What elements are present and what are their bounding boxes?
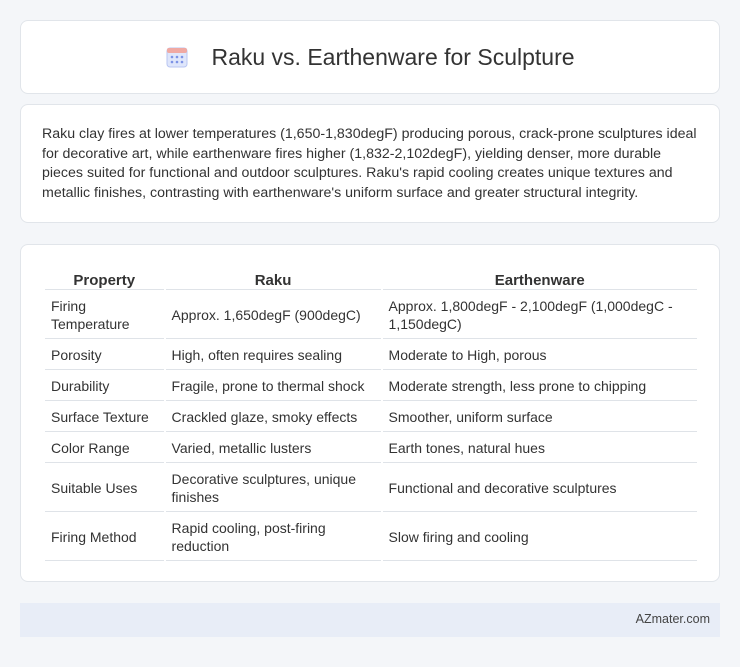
- cell-property: Firing Method: [45, 514, 164, 561]
- header-raku: Raku: [165, 264, 381, 290]
- table-row: Firing Temperature Approx. 1,650degF (90…: [45, 292, 697, 339]
- table-row: Color Range Varied, metallic lusters Ear…: [45, 434, 697, 463]
- cell-raku: Decorative sculptures, unique finishes: [165, 465, 381, 512]
- table-row: Durability Fragile, prone to thermal sho…: [45, 372, 697, 401]
- comparison-table: Property Raku Earthenware Firing Tempera…: [43, 262, 699, 563]
- cell-property: Suitable Uses: [45, 465, 164, 512]
- title-wrap: Raku vs. Earthenware for Sculpture: [165, 43, 575, 71]
- cell-property: Color Range: [45, 434, 164, 463]
- cell-raku: Fragile, prone to thermal shock: [165, 372, 381, 401]
- cell-property: Surface Texture: [45, 403, 164, 432]
- header-property: Property: [45, 264, 164, 290]
- cell-property: Firing Temperature: [45, 292, 164, 339]
- summary-text: Raku clay fires at lower temperatures (1…: [42, 126, 697, 201]
- cell-earthenware: Slow firing and cooling: [382, 514, 697, 561]
- header-earthenware: Earthenware: [382, 264, 697, 290]
- cell-earthenware: Earth tones, natural hues: [382, 434, 697, 463]
- cell-raku: Varied, metallic lusters: [165, 434, 381, 463]
- footer-bar: AZmater.com: [20, 603, 720, 637]
- cell-earthenware: Moderate to High, porous: [382, 341, 697, 370]
- cell-raku: Rapid cooling, post-firing reduction: [165, 514, 381, 561]
- table-header-row: Property Raku Earthenware: [45, 264, 697, 290]
- calendar-icon: [165, 45, 189, 69]
- footer-source: AZmater.com: [635, 612, 710, 626]
- cell-earthenware: Functional and decorative sculptures: [382, 465, 697, 512]
- cell-earthenware: Approx. 1,800degF - 2,100degF (1,000degC…: [382, 292, 697, 339]
- header-card: Raku vs. Earthenware for Sculpture: [20, 20, 720, 94]
- page-title: Raku vs. Earthenware for Sculpture: [211, 43, 575, 70]
- summary-card: Raku clay fires at lower temperatures (1…: [20, 104, 720, 223]
- table-row: Suitable Uses Decorative sculptures, uni…: [45, 465, 697, 512]
- cell-property: Durability: [45, 372, 164, 401]
- cell-earthenware: Moderate strength, less prone to chippin…: [382, 372, 697, 401]
- table-row: Firing Method Rapid cooling, post-firing…: [45, 514, 697, 561]
- cell-property: Porosity: [45, 341, 164, 370]
- cell-raku: Approx. 1,650degF (900degC): [165, 292, 381, 339]
- cell-raku: High, often requires sealing: [165, 341, 381, 370]
- table-row: Porosity High, often requires sealing Mo…: [45, 341, 697, 370]
- cell-raku: Crackled glaze, smoky effects: [165, 403, 381, 432]
- comparison-table-card: Property Raku Earthenware Firing Tempera…: [20, 244, 720, 582]
- table-row: Surface Texture Crackled glaze, smoky ef…: [45, 403, 697, 432]
- cell-earthenware: Smoother, uniform surface: [382, 403, 697, 432]
